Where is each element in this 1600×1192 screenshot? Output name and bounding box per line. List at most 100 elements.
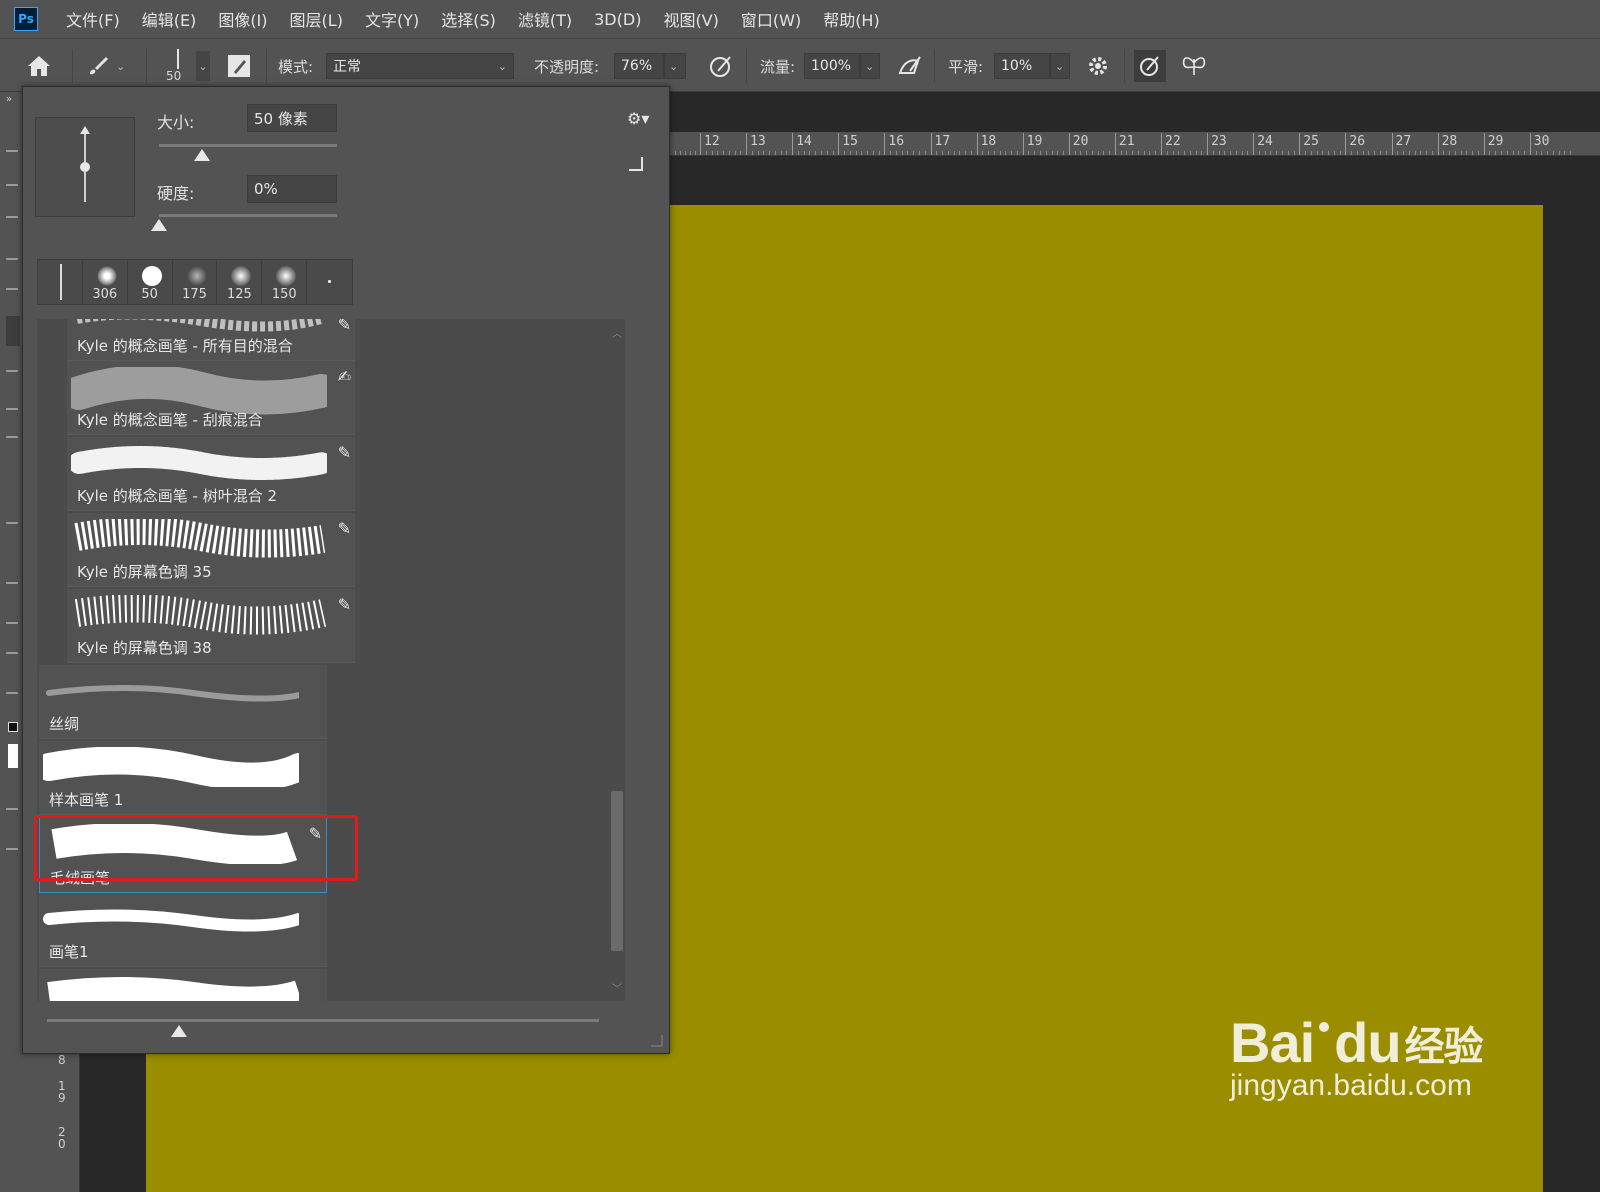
brush-preset-item[interactable]: 画笔1	[39, 893, 327, 967]
chevron-down-icon: ⌄	[865, 59, 875, 73]
tools-panel: »	[0, 92, 22, 1192]
ruler-label: 12	[704, 134, 720, 149]
ruler-tick	[1299, 133, 1301, 155]
preview-size-slider-thumb[interactable]	[171, 1025, 188, 1037]
brush-preset-item[interactable]: Kyle 的屏幕色调 38 ✎	[67, 589, 355, 663]
size-slider-track[interactable]	[159, 144, 337, 147]
brush-preset-item[interactable]	[39, 969, 327, 1001]
photoshop-logo: Ps	[14, 7, 38, 31]
workspace-strip	[22, 1054, 56, 1192]
menu-image[interactable]: 图像(I)	[218, 7, 267, 31]
menu-type[interactable]: 文字(Y)	[365, 7, 419, 31]
size-slider-thumb[interactable]	[193, 149, 210, 161]
ruler-tick	[930, 133, 932, 155]
recent-brush-5[interactable]: 125	[217, 260, 263, 304]
menu-filter[interactable]: 滤镜(T)	[518, 7, 572, 31]
menu-help[interactable]: 帮助(H)	[823, 7, 880, 31]
smoothing-label: 平滑:	[948, 57, 984, 76]
resize-grip-icon[interactable]	[651, 1035, 663, 1047]
mode-value: 正常	[333, 59, 361, 75]
smoothing-input[interactable]: 10%	[994, 53, 1050, 79]
opacity-input[interactable]: 76%	[614, 53, 664, 79]
recent-brush-1[interactable]	[38, 260, 83, 304]
menu-view[interactable]: 视图(V)	[663, 7, 718, 31]
brush-stroke-preview	[62, 364, 338, 415]
menu-3d[interactable]: 3D(D)	[594, 10, 641, 29]
recent-brush-6[interactable]: 150	[262, 260, 308, 304]
baidu-watermark: Bai du 经验 jingyan.baidu.com	[1230, 1010, 1484, 1103]
opacity-dropdown[interactable]: ⌄	[664, 53, 686, 79]
document-canvas-lower[interactable]	[146, 1054, 670, 1192]
chevron-up-icon[interactable]: ︿	[612, 325, 622, 340]
brush-preset-item[interactable]: Kyle 的屏幕色调 35 ✎	[67, 513, 355, 587]
home-button[interactable]	[26, 39, 52, 93]
brush-preset-item[interactable]: 丝绸	[39, 665, 327, 739]
expand-icon[interactable]: »	[6, 94, 12, 105]
pressure-opacity-toggle[interactable]	[708, 39, 734, 93]
brush-preset-picker: 大小: 50 像素 硬度: 0% ⚙▾ 306 50 175 125 150 K…	[22, 86, 670, 1054]
recent-brush-4[interactable]: 175	[173, 260, 218, 304]
chevron-down-icon: ⌄	[116, 59, 126, 73]
brush-preset-item[interactable]: Kyle 的概念画笔 - 树叶混合 2 ✎	[67, 437, 355, 511]
ruler-label: 26	[1349, 134, 1366, 149]
new-preset-icon[interactable]	[629, 157, 643, 171]
pressure-size-toggle[interactable]	[1134, 50, 1166, 82]
brush-tool-preset-button[interactable]: ⌄	[86, 39, 125, 93]
scrollbar-thumb[interactable]	[611, 791, 623, 951]
foreground-color-swatch[interactable]	[8, 722, 18, 732]
brush-stroke-preview	[71, 517, 327, 559]
brush-preset-item[interactable]: 样本画笔 1	[37, 741, 327, 815]
brush-size-picker[interactable]: 50	[160, 39, 181, 93]
brush-list-scrollbar[interactable]: ︿ ﹀	[609, 319, 625, 1001]
menu-window[interactable]: 窗口(W)	[741, 7, 801, 31]
hardness-input[interactable]: 0%	[247, 175, 337, 203]
ruler-tick	[976, 133, 978, 155]
menu-edit[interactable]: 编辑(E)	[142, 7, 197, 31]
background-color-swatch[interactable]	[8, 744, 18, 768]
brush-preset-name: 画笔1	[49, 943, 89, 961]
watermark-brand: Bai	[1230, 1011, 1315, 1074]
smoothing-options-button[interactable]	[1086, 39, 1110, 93]
symmetry-button[interactable]	[1180, 39, 1208, 93]
brush-settings-toggle[interactable]	[226, 39, 252, 93]
airbrush-toggle[interactable]	[896, 39, 924, 93]
ruler-label: 30	[1533, 134, 1550, 149]
menu-file[interactable]: 文件(F)	[66, 7, 120, 31]
flow-label: 流量:	[760, 57, 796, 76]
pressure-opacity-icon	[710, 56, 731, 77]
pressure-size-icon	[1140, 56, 1159, 76]
horizontal-ruler: 12 13 14 15 16 17 18 19 20 21 22 23 24 25 26 27 28 29 30	[670, 132, 1600, 156]
active-tool[interactable]	[6, 316, 20, 346]
preview-handle[interactable]	[80, 162, 90, 172]
preview-size-slider-track[interactable]	[47, 1019, 599, 1022]
brush-preset-name: Kyle 的屏幕色调 38	[77, 639, 212, 657]
brush-preset-item[interactable]: Kyle 的概念画笔 - 刮痕混合 ✍	[62, 361, 355, 435]
brush-size-value: 50	[166, 69, 182, 83]
menu-select[interactable]: 选择(S)	[441, 7, 496, 31]
recent-brush-size: 125	[226, 287, 252, 302]
recent-brush-3[interactable]: 50	[128, 260, 173, 304]
recent-brush-7[interactable]	[307, 260, 352, 304]
ruler-tick	[1437, 133, 1439, 155]
ruler-label: 17	[934, 134, 951, 149]
brush-preset-item[interactable]: Kyle 的概念画笔 - 所有目的混合 ✎	[67, 319, 355, 361]
smoothing-dropdown[interactable]: ⌄	[1050, 53, 1070, 79]
size-input[interactable]: 50 像素	[247, 104, 337, 132]
brush-stroke-preview	[43, 975, 302, 1001]
brush-preset-name: Kyle 的概念画笔 - 刮痕混合	[77, 411, 263, 429]
brush-preset-name: Kyle 的概念画笔 - 树叶混合 2	[77, 487, 278, 505]
hardness-slider-thumb[interactable]	[151, 219, 167, 231]
ruler-label: 21	[1118, 134, 1135, 149]
flow-input[interactable]: 100%	[804, 53, 860, 79]
gear-icon[interactable]: ⚙▾	[627, 109, 649, 128]
mode-select[interactable]: 正常 ⌄	[326, 53, 514, 79]
recent-brush-2[interactable]: 306	[83, 260, 128, 304]
ruler-tick	[1161, 133, 1162, 155]
butterfly-icon	[1182, 57, 1206, 75]
chevron-down-icon[interactable]: ﹀	[612, 980, 622, 995]
brush-picker-dropdown[interactable]: ⌄	[196, 51, 210, 81]
ruler-tick	[1068, 133, 1070, 155]
hardness-slider-track[interactable]	[159, 214, 337, 217]
menu-layer[interactable]: 图层(L)	[290, 7, 343, 31]
flow-dropdown[interactable]: ⌄	[860, 53, 880, 79]
